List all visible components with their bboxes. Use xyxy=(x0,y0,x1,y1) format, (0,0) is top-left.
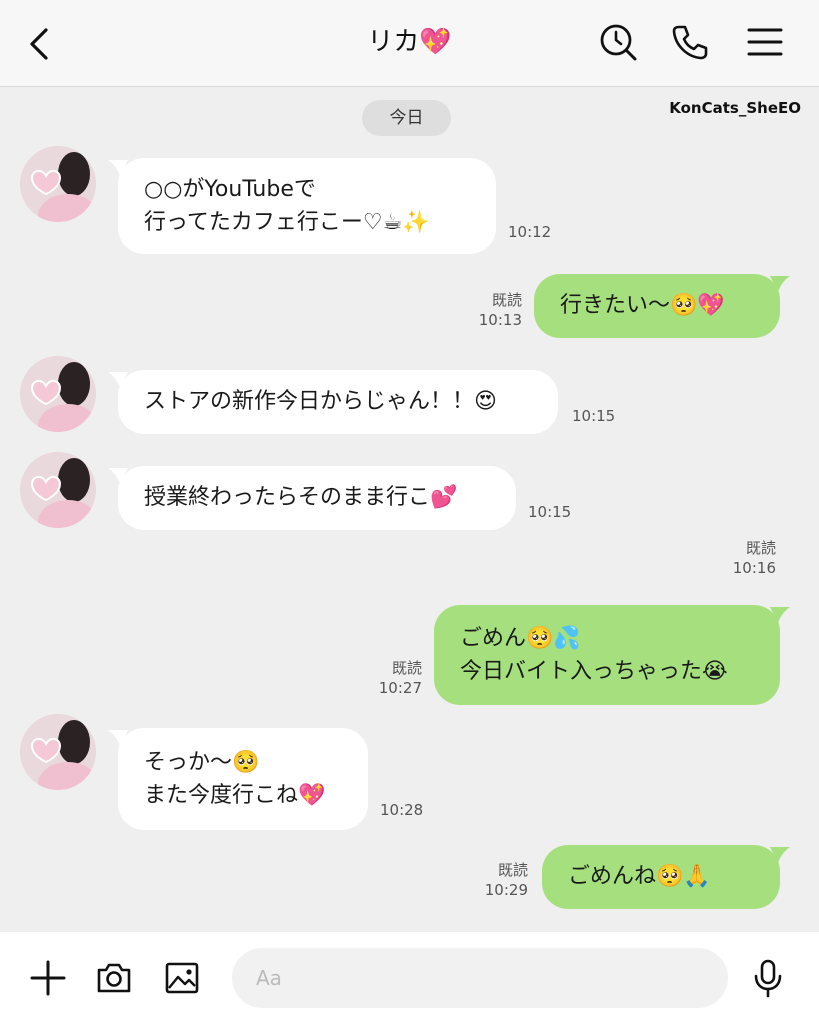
message-line: 行きたい〜🥺💖 xyxy=(560,293,725,318)
message-time: 10:27 xyxy=(378,679,422,697)
outgoing-message-bubble[interactable]: ごめん🥺💦 今日バイト入っちゃった😭 xyxy=(434,605,790,705)
message-meta: 既読 10:29 xyxy=(474,860,528,900)
read-receipt: 既読 xyxy=(497,861,528,879)
mic-icon[interactable] xyxy=(748,958,788,998)
avatar[interactable] xyxy=(20,146,96,222)
avatar[interactable] xyxy=(20,452,96,528)
message-time: 10:16 xyxy=(732,559,776,577)
message-line: そっか〜🥺 xyxy=(144,750,260,775)
camera-icon[interactable] xyxy=(94,958,134,998)
message-line: 今日バイト入っちゃった😭 xyxy=(460,659,728,684)
incoming-message-bubble[interactable]: 授業終わったらそのまま行こ💕 xyxy=(108,466,516,530)
message-meta: 10:28 xyxy=(380,800,423,820)
message-meta: 既読 10:16 xyxy=(720,538,776,578)
message-line: 授業終わったらそのまま行こ💕 xyxy=(144,485,458,510)
incoming-message-bubble[interactable]: ○○がYouTubeで 行ってたカフェ行こー♡☕✨ xyxy=(108,158,496,254)
date-divider: 今日 xyxy=(362,100,451,136)
incoming-message-bubble[interactable]: そっか〜🥺 また今度行こね💖 xyxy=(108,728,368,830)
read-receipt: 既読 xyxy=(391,659,422,677)
message-time: 10:13 xyxy=(478,311,522,329)
menu-icon[interactable] xyxy=(745,22,785,62)
outgoing-message-bubble[interactable]: 行きたい〜🥺💖 xyxy=(534,274,790,338)
message-time: 10:12 xyxy=(508,223,552,241)
message-input[interactable] xyxy=(232,948,728,1008)
watermark: KonCats_SheEO xyxy=(669,99,801,117)
message-line: ごめん🥺💦 xyxy=(460,626,581,651)
message-time: 10:29 xyxy=(484,881,528,899)
read-receipt: 既読 xyxy=(745,539,776,557)
message-line: ストアの新作今日からじゃん！！😍 xyxy=(144,389,497,414)
image-icon[interactable] xyxy=(162,958,202,998)
message-meta: 10:15 xyxy=(528,502,571,522)
phone-icon[interactable] xyxy=(670,22,710,62)
avatar[interactable] xyxy=(20,356,96,432)
message-time: 10:15 xyxy=(572,407,616,425)
message-meta: 10:12 xyxy=(508,222,551,242)
message-meta: 既読 10:27 xyxy=(370,658,422,698)
message-time: 10:15 xyxy=(528,503,572,521)
message-line: 行ってたカフェ行こー♡☕✨ xyxy=(144,210,430,235)
message-meta: 10:15 xyxy=(572,406,615,426)
message-meta: 既読 10:13 xyxy=(470,290,522,330)
chat-header: リカ💖 xyxy=(0,0,819,87)
avatar[interactable] xyxy=(20,714,96,790)
message-line: また今度行こね💖 xyxy=(144,783,326,808)
search-icon[interactable] xyxy=(598,22,638,62)
incoming-message-bubble[interactable]: ストアの新作今日からじゃん！！😍 xyxy=(108,370,558,434)
outgoing-message-bubble[interactable]: ごめんね🥺🙏 xyxy=(542,845,790,909)
plus-icon[interactable] xyxy=(28,958,68,998)
message-time: 10:28 xyxy=(380,801,424,819)
message-line: ○○がYouTubeで xyxy=(144,177,316,202)
read-receipt: 既読 xyxy=(491,291,522,309)
message-line: ごめんね🥺🙏 xyxy=(568,864,711,889)
